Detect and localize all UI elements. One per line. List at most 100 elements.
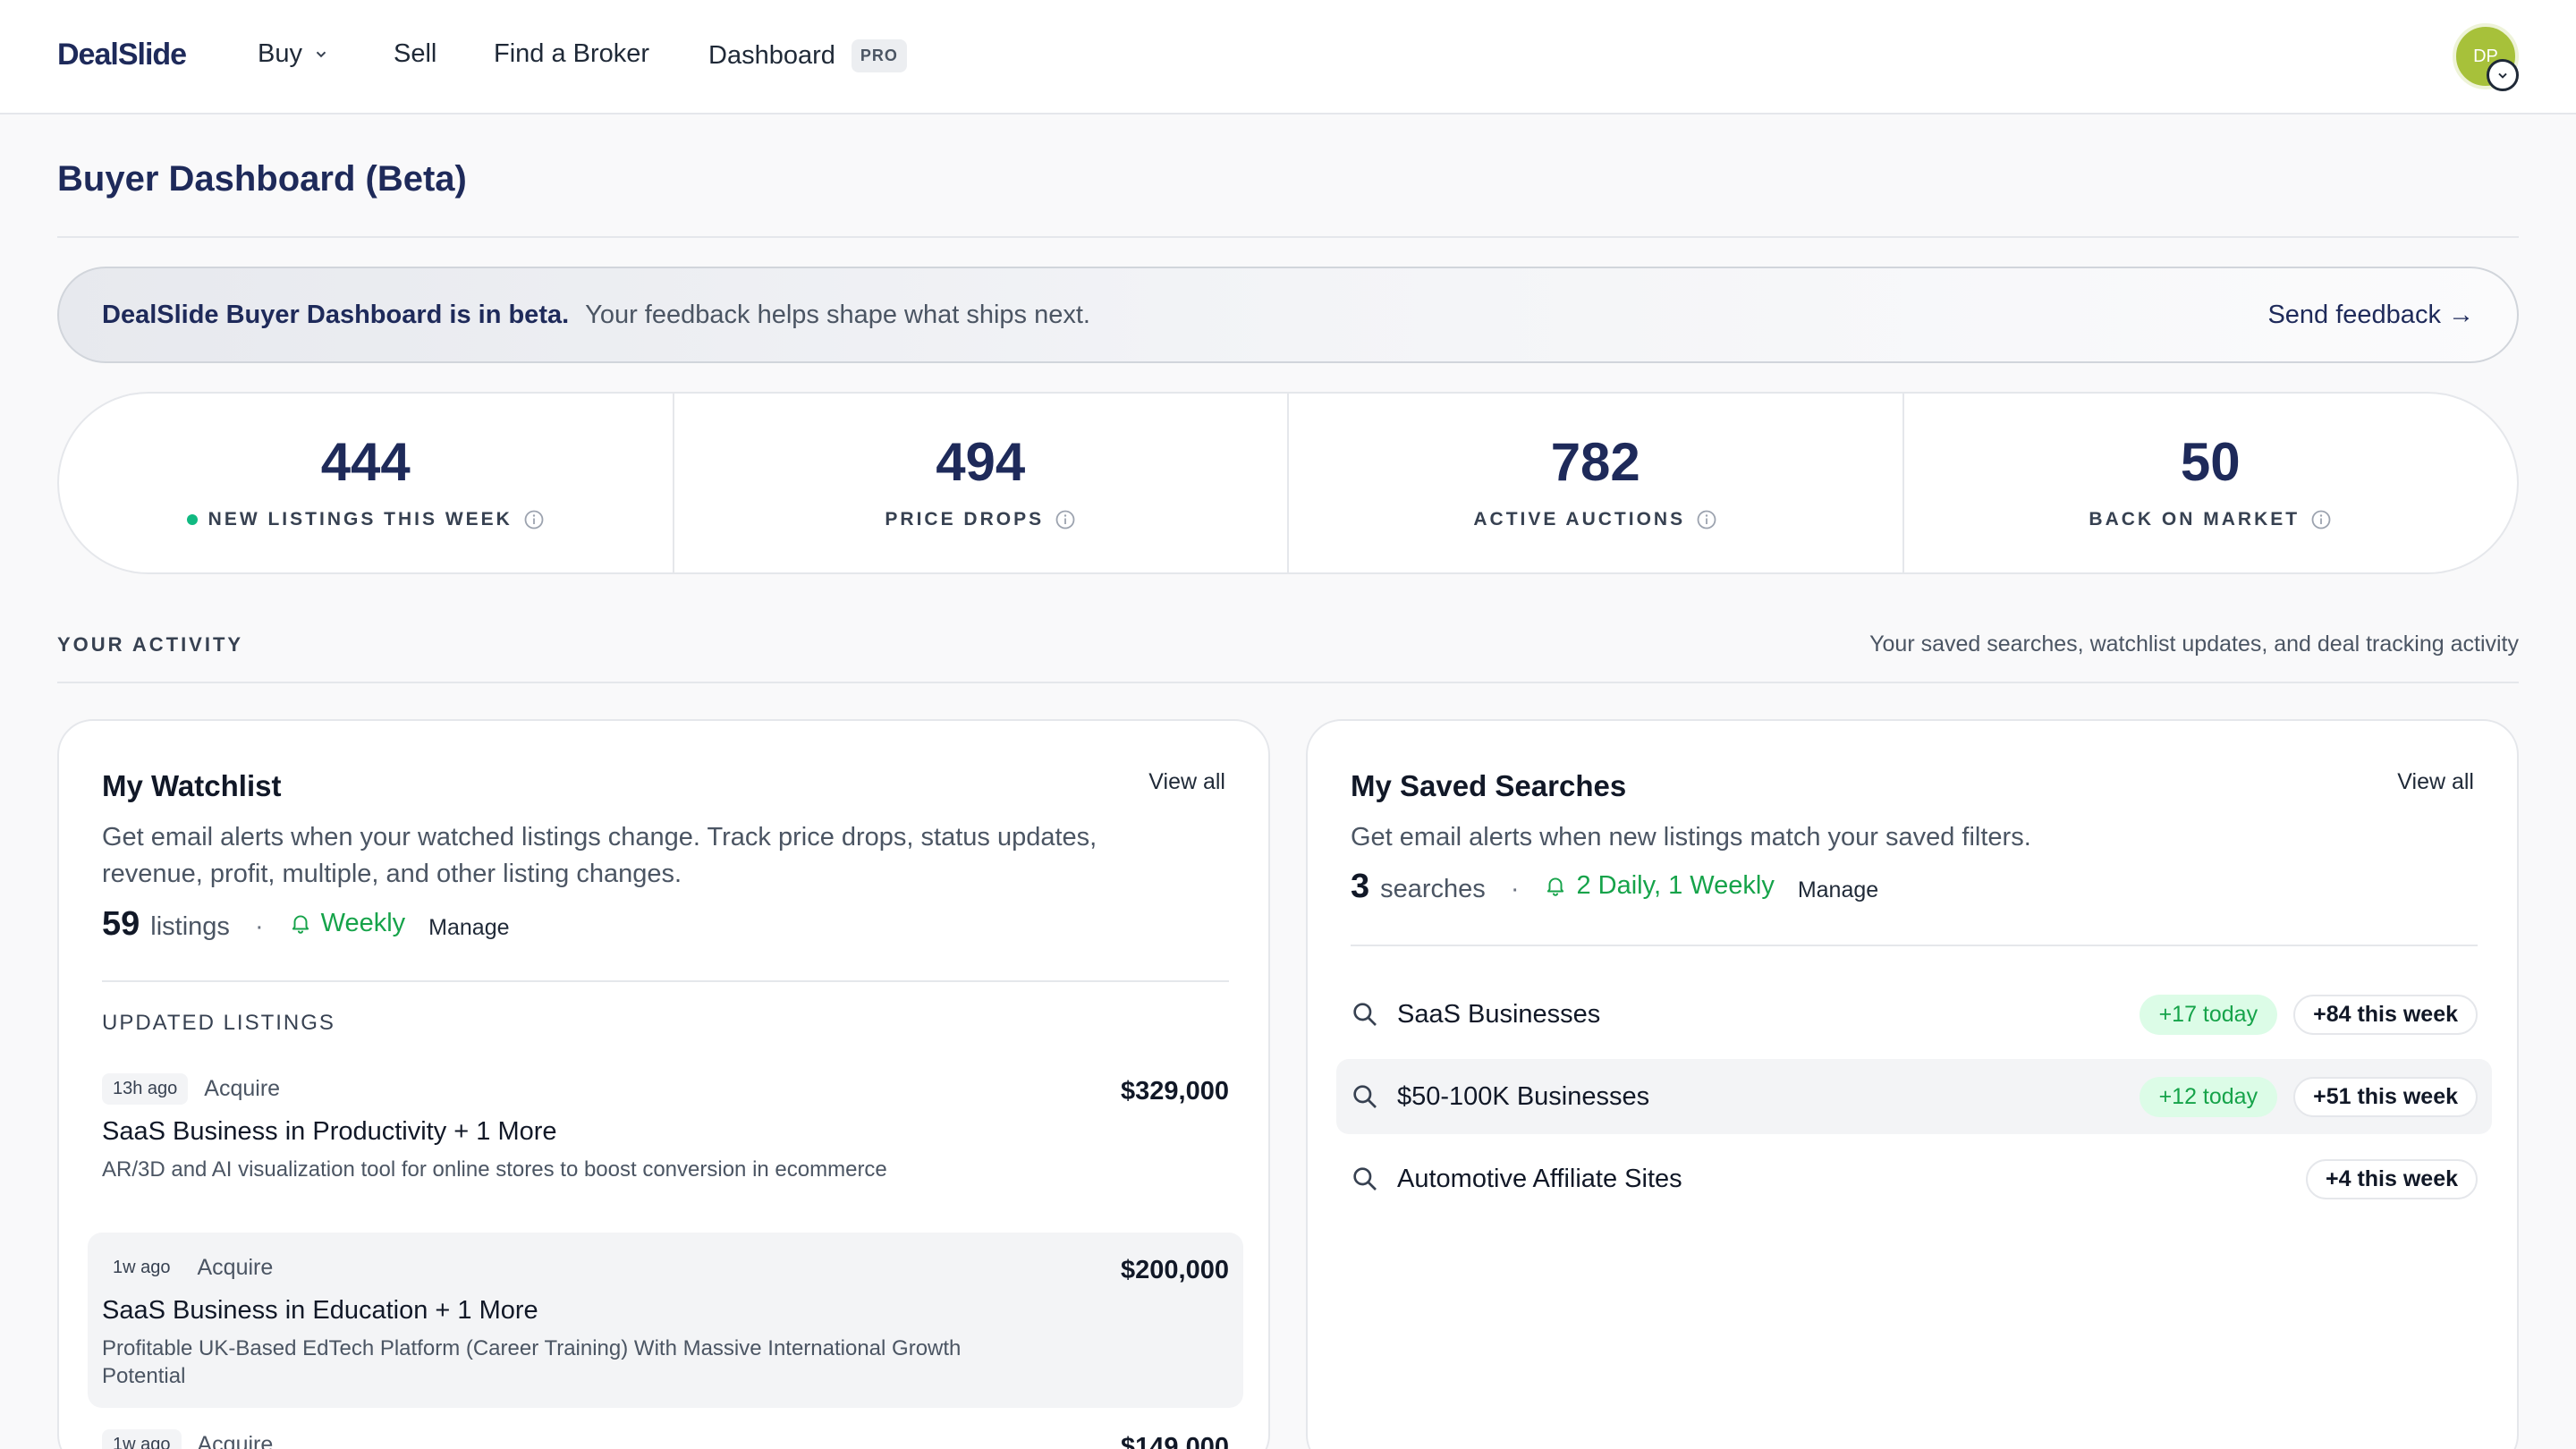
listing-price: $329,000 [1121, 1077, 1229, 1106]
updated-listings-label: UPDATED LISTINGS [102, 1011, 335, 1035]
listing-description: AR/3D and AI visualization tool for onli… [102, 1157, 887, 1182]
watchlist-card: My Watchlist View all Get email alerts w… [57, 719, 1270, 1449]
stat-label-row: ACTIVE AUCTIONS [1473, 509, 1717, 530]
listing-description: Profitable UK-Based EdTech Platform (Car… [102, 1336, 962, 1388]
listing-age: 1w ago [113, 1258, 171, 1277]
listing-meta: 1w ago Acquire [102, 1429, 1229, 1449]
listing-meta: 13h ago Acquire [102, 1068, 1229, 1105]
saved-searches-view-all-link[interactable]: View all [2397, 769, 2474, 795]
listing-age: 1w ago [102, 1429, 182, 1449]
stat-value: 444 [320, 432, 411, 492]
saved-searches-card: My Saved Searches View all Get email ale… [1306, 719, 2519, 1449]
stat-new-listings[interactable]: 444 NEW LISTINGS THIS WEEK [59, 394, 674, 572]
separator-dot: · [1510, 875, 1520, 903]
saved-search-badges: +12 today +51 this week [2139, 1076, 2478, 1117]
saved-search-name: $50-100K Businesses [1397, 1081, 1650, 1111]
nav-sell-label: Sell [394, 39, 437, 68]
saved-searches-description: Get email alerts when new listings match… [1351, 823, 2031, 852]
nav-buy-label: Buy [258, 39, 302, 68]
nav-dashboard[interactable]: Dashboard PRO [708, 39, 907, 72]
listing-title: SaaS Business in Education + 1 More [102, 1296, 538, 1325]
saved-searches-title: My Saved Searches [1351, 769, 1627, 802]
week-count-badge: +84 this week [2293, 994, 2478, 1035]
watchlist-alert-frequency: Weekly [289, 908, 406, 938]
listing-meta: 1w ago Acquire [102, 1252, 1229, 1284]
bell-icon [292, 915, 309, 934]
stat-value: 494 [936, 432, 1026, 492]
nav-find-broker[interactable]: Find a Broker [494, 39, 649, 69]
watchlist-meta: 59 listings · Weekly Manage [102, 905, 510, 944]
today-count-badge: +12 today [2139, 1076, 2278, 1117]
divider [57, 682, 2519, 683]
divider [102, 980, 1229, 982]
chevron-down-icon [316, 51, 326, 57]
watchlist-manage-link[interactable]: Manage [428, 915, 509, 941]
account-menu-toggle[interactable] [2487, 59, 2519, 91]
saved-search-item[interactable]: $50-100K Businesses +12 today +51 this w… [1336, 1059, 2492, 1134]
watchlist-frequency-label: Weekly [320, 908, 406, 937]
stat-value: 782 [1550, 432, 1640, 492]
divider [57, 236, 2519, 238]
stat-label: PRICE DROPS [885, 509, 1045, 530]
listing-title: SaaS Business in Productivity + 1 More [102, 1117, 557, 1146]
page-title: Buyer Dashboard (Beta) [57, 159, 467, 199]
listing-source: Acquire [204, 1076, 281, 1101]
banner-heading: DealSlide Buyer Dashboard is in beta. [102, 300, 570, 329]
listing-source: Acquire [197, 1432, 274, 1449]
saved-searches-count: 3 [1351, 868, 1370, 905]
info-icon[interactable] [2310, 509, 2332, 530]
week-count-badge: +4 this week [2306, 1158, 2478, 1199]
banner-text: Your feedback helps shape what ships nex… [585, 300, 1090, 329]
search-icon [1353, 1167, 1377, 1191]
listing-item[interactable]: 1w ago Acquire $200,000 SaaS Business in… [88, 1233, 1243, 1408]
stat-label-row: BACK ON MARKET [2089, 509, 2332, 530]
info-icon[interactable] [523, 509, 545, 530]
info-icon[interactable] [1055, 509, 1076, 530]
saved-search-badges: +17 today +84 this week [2139, 994, 2478, 1035]
stat-label: ACTIVE AUCTIONS [1473, 509, 1686, 530]
saved-search-badges: +4 this week [2306, 1158, 2478, 1199]
saved-searches-meta: 3 searches · 2 Daily, 1 Weekly Manage [1351, 868, 1878, 906]
top-navigation: DealSlide Buy Sell Find a Broker Dashboa… [0, 0, 2576, 114]
nav-buy[interactable]: Buy [258, 39, 329, 69]
saved-searches-frequency-label: 2 Daily, 1 Weekly [1576, 870, 1775, 900]
week-count-badge: +51 this week [2293, 1076, 2478, 1117]
listing-item[interactable]: 13h ago Acquire $329,000 SaaS Business i… [88, 1068, 1243, 1229]
listing-item[interactable]: 1w ago Acquire $149,000 [88, 1429, 1243, 1449]
saved-search-item[interactable]: SaaS Businesses +17 today +84 this week [1336, 977, 2492, 1052]
activity-section-description: Your saved searches, watchlist updates, … [1869, 631, 2519, 657]
saved-searches-count-unit: searches [1380, 875, 1486, 903]
saved-searches-manage-link[interactable]: Manage [1798, 877, 1878, 903]
stat-label-row: NEW LISTINGS THIS WEEK [186, 509, 545, 530]
listing-price: $149,000 [1121, 1433, 1229, 1449]
stat-label-row: PRICE DROPS [885, 509, 1076, 530]
info-icon[interactable] [1696, 509, 1717, 530]
activity-section-label: YOUR ACTIVITY [57, 633, 244, 656]
logo[interactable]: DealSlide [57, 38, 187, 72]
saved-search-item[interactable]: Automotive Affiliate Sites +4 this week [1336, 1141, 2492, 1216]
stat-label: NEW LISTINGS THIS WEEK [208, 509, 513, 530]
stat-label: BACK ON MARKET [2089, 509, 2301, 530]
watchlist-title: My Watchlist [102, 769, 282, 802]
stat-back-on-market[interactable]: 50 BACK ON MARKET [1904, 394, 2518, 572]
today-count-badge: +17 today [2139, 994, 2278, 1035]
stats-bar: 444 NEW LISTINGS THIS WEEK 494 PRICE DRO… [57, 392, 2519, 574]
watchlist-view-all-link[interactable]: View all [1148, 769, 1225, 795]
saved-search-name: Automotive Affiliate Sites [1397, 1164, 1682, 1193]
beta-banner: DealSlide Buyer Dashboard is in beta. Yo… [57, 267, 2519, 363]
stat-active-auctions[interactable]: 782 ACTIVE AUCTIONS [1289, 394, 1904, 572]
watchlist-count: 59 [102, 905, 140, 943]
stat-value: 50 [2180, 432, 2241, 492]
separator-dot: · [254, 912, 264, 941]
saved-search-name: SaaS Businesses [1397, 999, 1601, 1029]
chevron-down-icon [2498, 72, 2507, 79]
pro-badge: PRO [851, 39, 907, 72]
search-icon [1353, 1085, 1377, 1108]
listing-age: 13h ago [102, 1073, 189, 1105]
stat-price-drops[interactable]: 494 PRICE DROPS [674, 394, 1289, 572]
send-feedback-link[interactable]: Send feedback → [2267, 301, 2474, 330]
nav-sell[interactable]: Sell [394, 39, 436, 69]
listing-source: Acquire [197, 1255, 274, 1280]
nav-find-broker-label: Find a Broker [494, 39, 650, 68]
search-icon [1353, 1003, 1377, 1026]
